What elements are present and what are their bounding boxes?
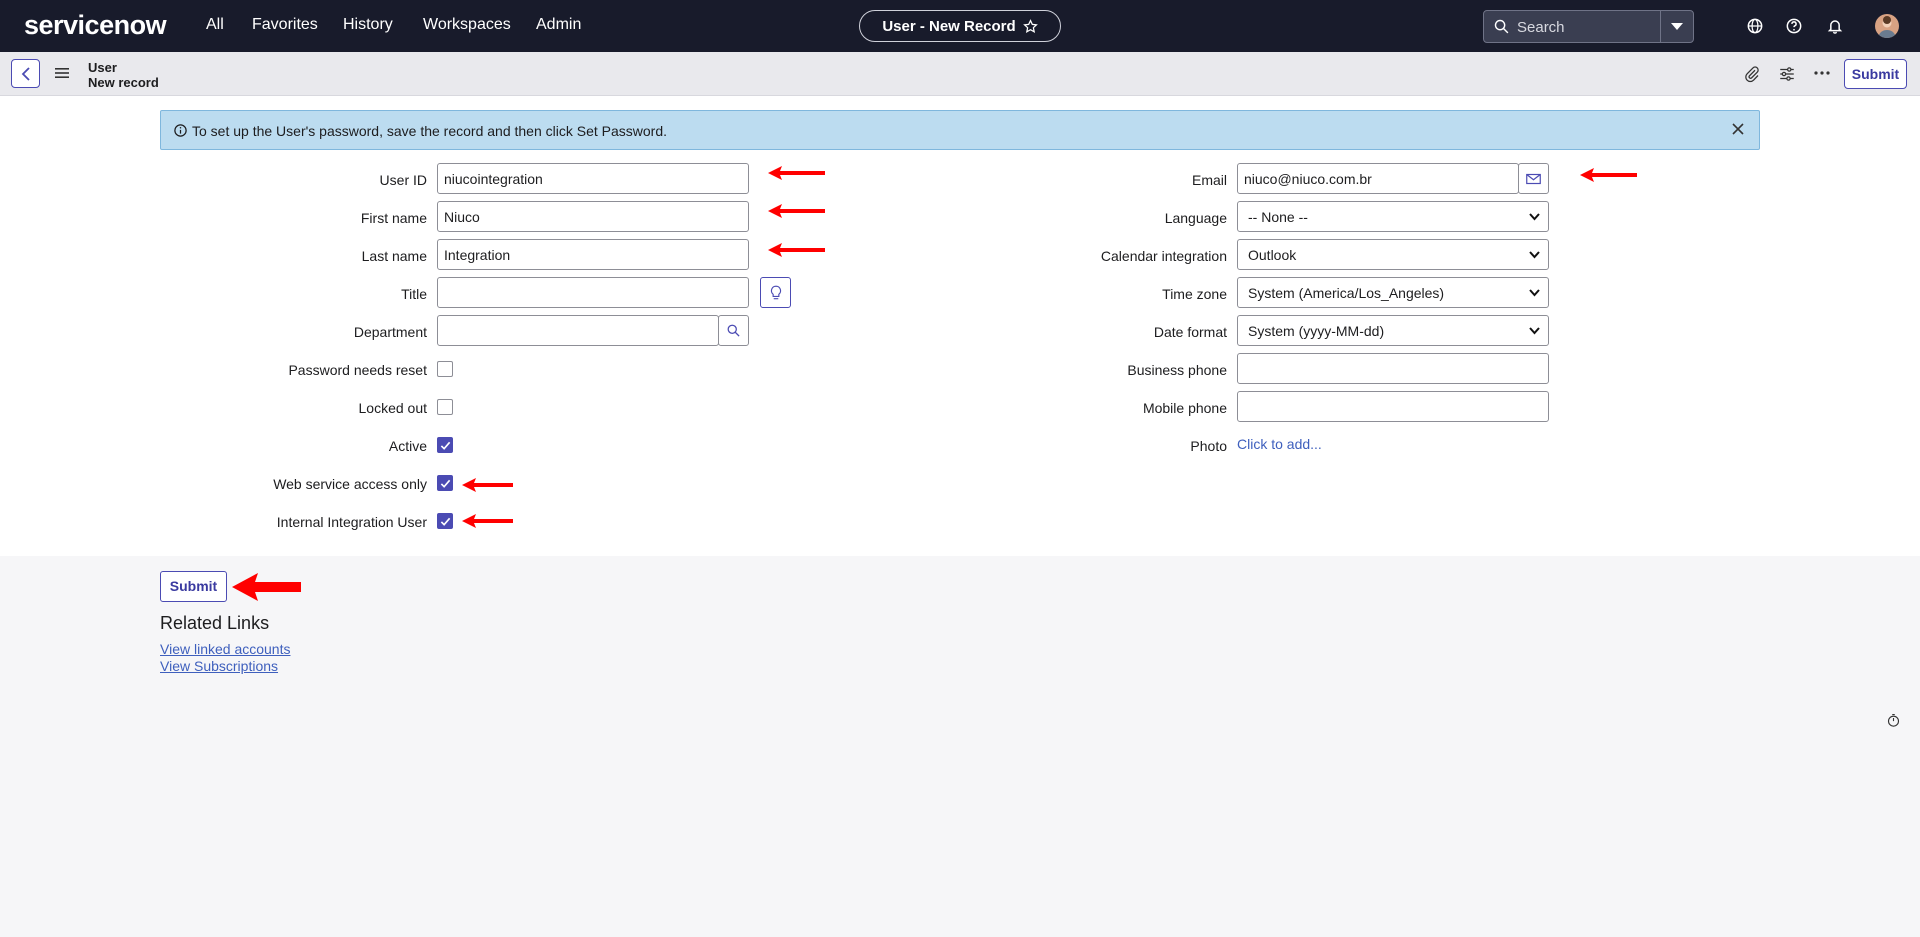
top-navigation: servicenow All Favorites History Workspa… <box>0 0 1920 52</box>
photo-add-link[interactable]: Click to add... <box>1237 436 1322 452</box>
first-name-input[interactable]: Niuco <box>437 201 749 232</box>
record-display-name: New record <box>88 75 159 90</box>
form-header: User New record Submit <box>0 52 1920 96</box>
more-options-icon[interactable] <box>1814 70 1830 76</box>
user-id-input[interactable]: niucointegration <box>437 163 749 194</box>
search-icon <box>727 324 740 337</box>
nav-link-favorites[interactable]: Favorites <box>252 16 318 34</box>
time-zone-select[interactable]: System (America/Los_Angeles) <box>1237 277 1549 308</box>
lightbulb-icon <box>770 285 781 299</box>
star-icon[interactable] <box>1022 18 1038 34</box>
search-icon <box>1494 19 1509 34</box>
language-select[interactable]: -- None -- <box>1237 201 1549 232</box>
help-icon[interactable] <box>1784 16 1804 36</box>
first-name-label: First name <box>360 210 427 226</box>
calendar-integration-label: Calendar integration <box>1100 248 1227 264</box>
search-placeholder: Search <box>1517 19 1565 36</box>
bell-icon[interactable] <box>1825 16 1845 36</box>
annotation-arrow-last-name <box>768 243 825 257</box>
annotation-arrow-web-service <box>462 478 513 492</box>
password-needs-reset-label: Password needs reset <box>288 362 427 378</box>
chevron-left-icon <box>21 66 30 81</box>
hamburger-menu-icon[interactable] <box>55 67 69 79</box>
language-value: -- None -- <box>1248 209 1308 225</box>
last-name-input[interactable]: Integration <box>437 239 749 270</box>
user-id-label: User ID <box>379 172 427 188</box>
send-email-button[interactable] <box>1518 163 1549 194</box>
business-phone-label: Business phone <box>1127 362 1227 378</box>
title-label: Title <box>401 286 427 302</box>
mobile-phone-input[interactable] <box>1237 391 1549 422</box>
date-format-label: Date format <box>1153 324 1227 340</box>
record-title: User - New Record <box>882 17 1016 35</box>
search-scope-dropdown[interactable] <box>1660 11 1693 42</box>
record-title-pill[interactable]: User - New Record <box>859 10 1061 42</box>
time-zone-label: Time zone <box>1162 286 1227 302</box>
checkmark-icon <box>440 441 451 450</box>
user-form: To set up the User's password, save the … <box>0 96 1920 556</box>
related-links-title: Related Links <box>160 613 270 633</box>
web-service-only-label: Web service access only <box>273 476 427 492</box>
email-label: Email <box>1191 172 1227 188</box>
servicenow-logo[interactable]: servicenow <box>24 10 167 41</box>
close-icon[interactable] <box>1731 122 1745 136</box>
title-suggestion-button[interactable] <box>760 277 791 308</box>
language-label: Language <box>1164 210 1227 226</box>
password-needs-reset-checkbox[interactable] <box>437 361 453 377</box>
checkmark-icon <box>440 517 451 526</box>
mobile-phone-label: Mobile phone <box>1142 400 1227 416</box>
info-message: To set up the User's password, save the … <box>160 110 1760 150</box>
internal-integration-checkbox[interactable] <box>437 513 453 529</box>
paperclip-icon[interactable] <box>1743 65 1761 83</box>
title-input[interactable] <box>437 277 749 308</box>
annotation-arrow-first-name <box>768 204 825 218</box>
back-button[interactable] <box>11 59 40 88</box>
submit-button[interactable]: Submit <box>160 571 227 602</box>
active-label: Active <box>388 438 427 454</box>
web-service-only-checkbox[interactable] <box>437 475 453 491</box>
nav-link-all[interactable]: All <box>206 16 224 34</box>
nav-link-workspaces[interactable]: Workspaces <box>423 16 511 34</box>
annotation-arrow-user-id <box>768 166 825 180</box>
last-name-label: Last name <box>361 248 427 264</box>
department-lookup-button[interactable] <box>718 315 749 346</box>
chevron-down-icon <box>1529 213 1540 221</box>
annotation-arrow-internal-integration <box>462 514 513 528</box>
locked-out-label: Locked out <box>358 400 428 416</box>
date-format-value: System (yyyy-MM-dd) <box>1248 323 1385 339</box>
annotation-arrow-email <box>1580 168 1637 182</box>
user-avatar[interactable] <box>1875 14 1899 38</box>
nav-link-history[interactable]: History <box>343 16 393 34</box>
timer-icon[interactable] <box>1886 713 1901 728</box>
view-linked-accounts-link[interactable]: View linked accounts <box>160 641 290 657</box>
envelope-icon <box>1526 173 1541 184</box>
view-subscriptions-link[interactable]: View Subscriptions <box>160 658 278 674</box>
locked-out-checkbox[interactable] <box>437 399 453 415</box>
date-format-select[interactable]: System (yyyy-MM-dd) <box>1237 315 1549 346</box>
email-input[interactable]: niuco@niuco.com.br <box>1237 163 1519 194</box>
annotation-arrow-submit <box>232 573 301 601</box>
nav-link-admin[interactable]: Admin <box>536 16 581 34</box>
info-message-text: To set up the User's password, save the … <box>192 123 668 139</box>
globe-icon[interactable] <box>1745 16 1765 36</box>
chevron-down-icon <box>1529 251 1540 259</box>
photo-label: Photo <box>1190 438 1227 454</box>
info-icon <box>174 124 187 137</box>
global-search[interactable]: Search <box>1483 10 1694 43</box>
record-table-name: User <box>88 60 117 75</box>
internal-integration-label: Internal Integration User <box>276 514 427 530</box>
caret-down-icon <box>1671 22 1683 30</box>
header-submit-button[interactable]: Submit <box>1844 59 1907 89</box>
checkmark-icon <box>440 479 451 488</box>
business-phone-input[interactable] <box>1237 353 1549 384</box>
time-zone-value: System (America/Los_Angeles) <box>1248 285 1445 301</box>
chevron-down-icon <box>1529 327 1540 335</box>
chevron-down-icon <box>1529 289 1540 297</box>
settings-sliders-icon[interactable] <box>1778 65 1796 83</box>
department-input[interactable] <box>437 315 719 346</box>
calendar-integration-select[interactable]: Outlook <box>1237 239 1549 270</box>
calendar-integration-value: Outlook <box>1248 247 1297 263</box>
department-label: Department <box>353 324 427 340</box>
active-checkbox[interactable] <box>437 437 453 453</box>
